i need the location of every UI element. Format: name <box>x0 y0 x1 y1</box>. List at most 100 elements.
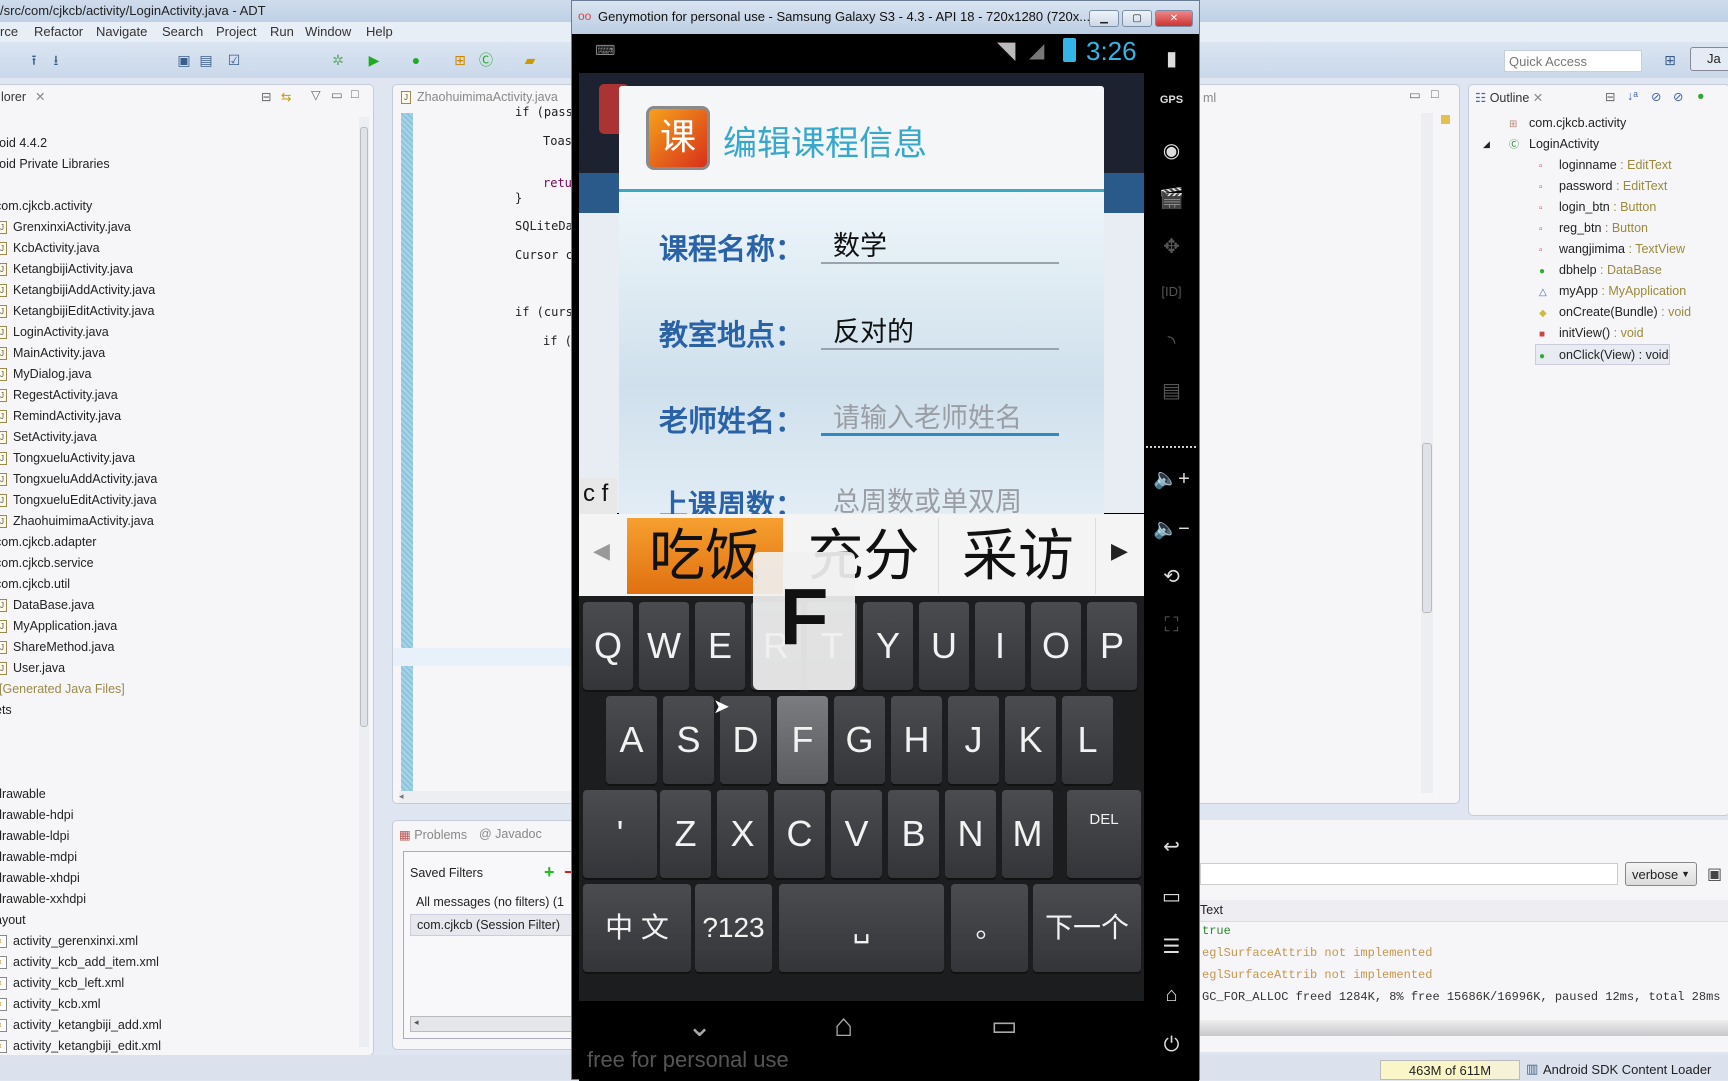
editor-vertical-scrollbar[interactable] <box>1421 113 1433 793</box>
tree-item[interactable]: x activity_kcb_left.xml <box>0 973 124 994</box>
column-header-text[interactable]: Text <box>1200 900 1728 922</box>
open-folder-icon[interactable]: ▰ <box>522 52 538 68</box>
key-v[interactable]: V <box>831 790 882 878</box>
code-line[interactable]: Toas <box>543 134 572 148</box>
expand-arrow-icon[interactable]: ◢ <box>1483 134 1490 155</box>
key-p[interactable]: P <box>1087 602 1137 690</box>
tree-item[interactable]: [Generated Java Files] <box>0 679 125 700</box>
tree-item[interactable]: J DataBase.java <box>0 595 94 616</box>
key-y[interactable]: Y <box>863 602 913 690</box>
recent-apps-nav-icon[interactable]: ▭ <box>991 1009 1017 1042</box>
input-course-name[interactable]: 数学 <box>821 224 1059 264</box>
java-perspective-button[interactable]: Ja <box>1690 47 1728 71</box>
outline-item[interactable]: ◆ onCreate(Bundle) : void <box>1539 302 1691 323</box>
candidate-3[interactable]: 采访 <box>941 518 1096 594</box>
tree-item[interactable]: J MainActivity.java <box>0 343 105 364</box>
hide-static-icon[interactable]: ⊘ <box>1673 89 1683 104</box>
logcat-horizontal-scrollbar[interactable] <box>1200 1020 1728 1036</box>
sort-icon[interactable]: ↓ᵃ <box>1627 89 1638 103</box>
tree-item[interactable]: J KetangbijiEditActivity.java <box>0 301 155 322</box>
key-c[interactable]: C <box>774 790 825 878</box>
code-line[interactable]: if ( <box>543 334 572 348</box>
key-w[interactable]: W <box>639 602 689 690</box>
code-line[interactable]: retu <box>543 176 572 190</box>
key-z[interactable]: Z <box>660 790 711 878</box>
key-apostrophe[interactable]: ' <box>583 790 657 878</box>
collapse-all-icon[interactable]: ⊟ <box>261 89 271 104</box>
scrollbar-thumb[interactable] <box>1422 443 1432 613</box>
tree-item[interactable]: drawable-mdpi <box>0 847 77 868</box>
new-package-icon[interactable]: ⊞ <box>452 52 468 68</box>
key-symbols[interactable]: ?123 <box>695 884 772 972</box>
save-icon[interactable]: ▣ <box>1707 864 1722 884</box>
back-button-icon[interactable]: ↩ <box>1144 834 1199 859</box>
log-line[interactable]: eglSurfaceAttrib not implemented <box>1202 946 1432 960</box>
candidate-left-arrow-icon[interactable]: ◀ <box>593 538 610 564</box>
log-line[interactable]: true <box>1202 924 1231 938</box>
menu-refactor[interactable]: Refactor <box>34 24 83 39</box>
tree-item[interactable]: J SetActivity.java <box>0 427 97 448</box>
battery-widget-icon[interactable]: ▮ <box>1144 46 1199 71</box>
home-nav-icon[interactable]: ⌂ <box>834 1007 853 1044</box>
tree-item[interactable]: ayout <box>0 910 26 931</box>
tree-item[interactable]: J ShareMethod.java <box>0 637 114 658</box>
scrollbar-thumb[interactable] <box>360 127 368 727</box>
trash-icon[interactable]: ▥ <box>1526 1061 1538 1077</box>
volume-up-icon[interactable]: 🔈+ <box>1144 466 1199 491</box>
tree-item[interactable]: J MyDialog.java <box>0 364 92 385</box>
code-line[interactable]: } <box>515 191 522 205</box>
editor-horizontal-scrollbar[interactable]: ◂ <box>399 791 589 803</box>
logcat-search-input[interactable] <box>1200 863 1618 885</box>
key-j[interactable]: J <box>948 696 999 784</box>
input-classroom[interactable]: 反对的 <box>821 310 1059 350</box>
link-editor-icon[interactable]: ⇆ <box>281 89 291 104</box>
capture-widget-icon[interactable]: 🎬 <box>1144 186 1199 211</box>
explorer-tab[interactable]: lorer <box>1 90 26 104</box>
open-perspective-icon[interactable]: ⊞ <box>1662 52 1678 68</box>
tree-item[interactable]: x activity_gerenxinxi.xml <box>0 931 138 952</box>
log-line[interactable]: eglSurfaceAttrib not implemented <box>1202 968 1432 982</box>
device-id-widget-icon[interactable]: [ID] <box>1144 284 1199 299</box>
collapse-all-icon[interactable]: ⊟ <box>1605 89 1615 104</box>
menu-button-icon[interactable]: ☰ <box>1144 934 1199 959</box>
key-delete[interactable]: DEL <box>1067 790 1141 878</box>
minimize-icon[interactable]: ▭ <box>1409 87 1421 102</box>
maximize-icon[interactable]: □ <box>351 87 359 101</box>
tree-item[interactable]: com.cjkcb.adapter <box>0 532 96 553</box>
key-e[interactable]: E <box>695 602 745 690</box>
tree-item[interactable]: drawable-xxhdpi <box>0 889 86 910</box>
key-m[interactable]: M <box>1002 790 1053 878</box>
tab-outline[interactable]: ☷ Outline ✕ <box>1475 90 1543 105</box>
recent-button-icon[interactable]: ▭ <box>1144 884 1199 909</box>
key-i[interactable]: I <box>975 602 1025 690</box>
maximize-button[interactable]: ▢ <box>1122 10 1152 27</box>
debug-icon[interactable]: ✲ <box>330 52 346 68</box>
close-button[interactable]: ✕ <box>1155 10 1193 27</box>
sms-widget-icon[interactable]: ▤ <box>1144 378 1199 403</box>
rotate-icon[interactable]: ⟲ <box>1144 564 1199 589</box>
upload-icon[interactable]: ⭱ <box>26 52 42 68</box>
run-external-icon[interactable]: ● <box>408 52 424 68</box>
key-o[interactable]: O <box>1031 602 1081 690</box>
tree-item[interactable]: J TongxueluActivity.java <box>0 448 135 469</box>
outline-item[interactable]: ▫ loginname : EditText <box>1539 155 1672 176</box>
tree-item[interactable]: J RegestActivity.java <box>0 385 118 406</box>
run-icon[interactable]: ▶ <box>366 52 382 68</box>
download-icon[interactable]: ⭳ <box>48 52 64 68</box>
network-widget-icon[interactable]: ◝ <box>1144 330 1199 355</box>
menu-run[interactable]: Run <box>270 24 294 39</box>
outline-item[interactable]: ▫ reg_btn : Button <box>1539 218 1648 239</box>
log-line[interactable]: GC_FOR_ALLOC freed 1284K, 8% free 15686K… <box>1202 990 1720 1004</box>
scale-icon[interactable]: ⛶ <box>1144 614 1199 637</box>
tree-item[interactable]: drawable-hdpi <box>0 805 74 826</box>
key-g[interactable]: G <box>834 696 885 784</box>
key-next[interactable]: 下一个 <box>1033 884 1141 972</box>
outline-item[interactable]: ◢ Ⓒ LoginActivity <box>1483 134 1599 155</box>
outline-item[interactable]: ⊞ com.cjkcb.activity <box>1509 113 1626 134</box>
tree-item[interactable]: J MyApplication.java <box>0 616 117 637</box>
tree-item[interactable]: J RemindActivity.java <box>0 406 121 427</box>
view-menu-icon[interactable]: ▽ <box>311 87 321 102</box>
tree-item[interactable]: x activity_kcb.xml <box>0 994 101 1015</box>
maximize-icon[interactable]: □ <box>1431 87 1439 101</box>
key-space[interactable]: ␣ <box>779 884 944 972</box>
